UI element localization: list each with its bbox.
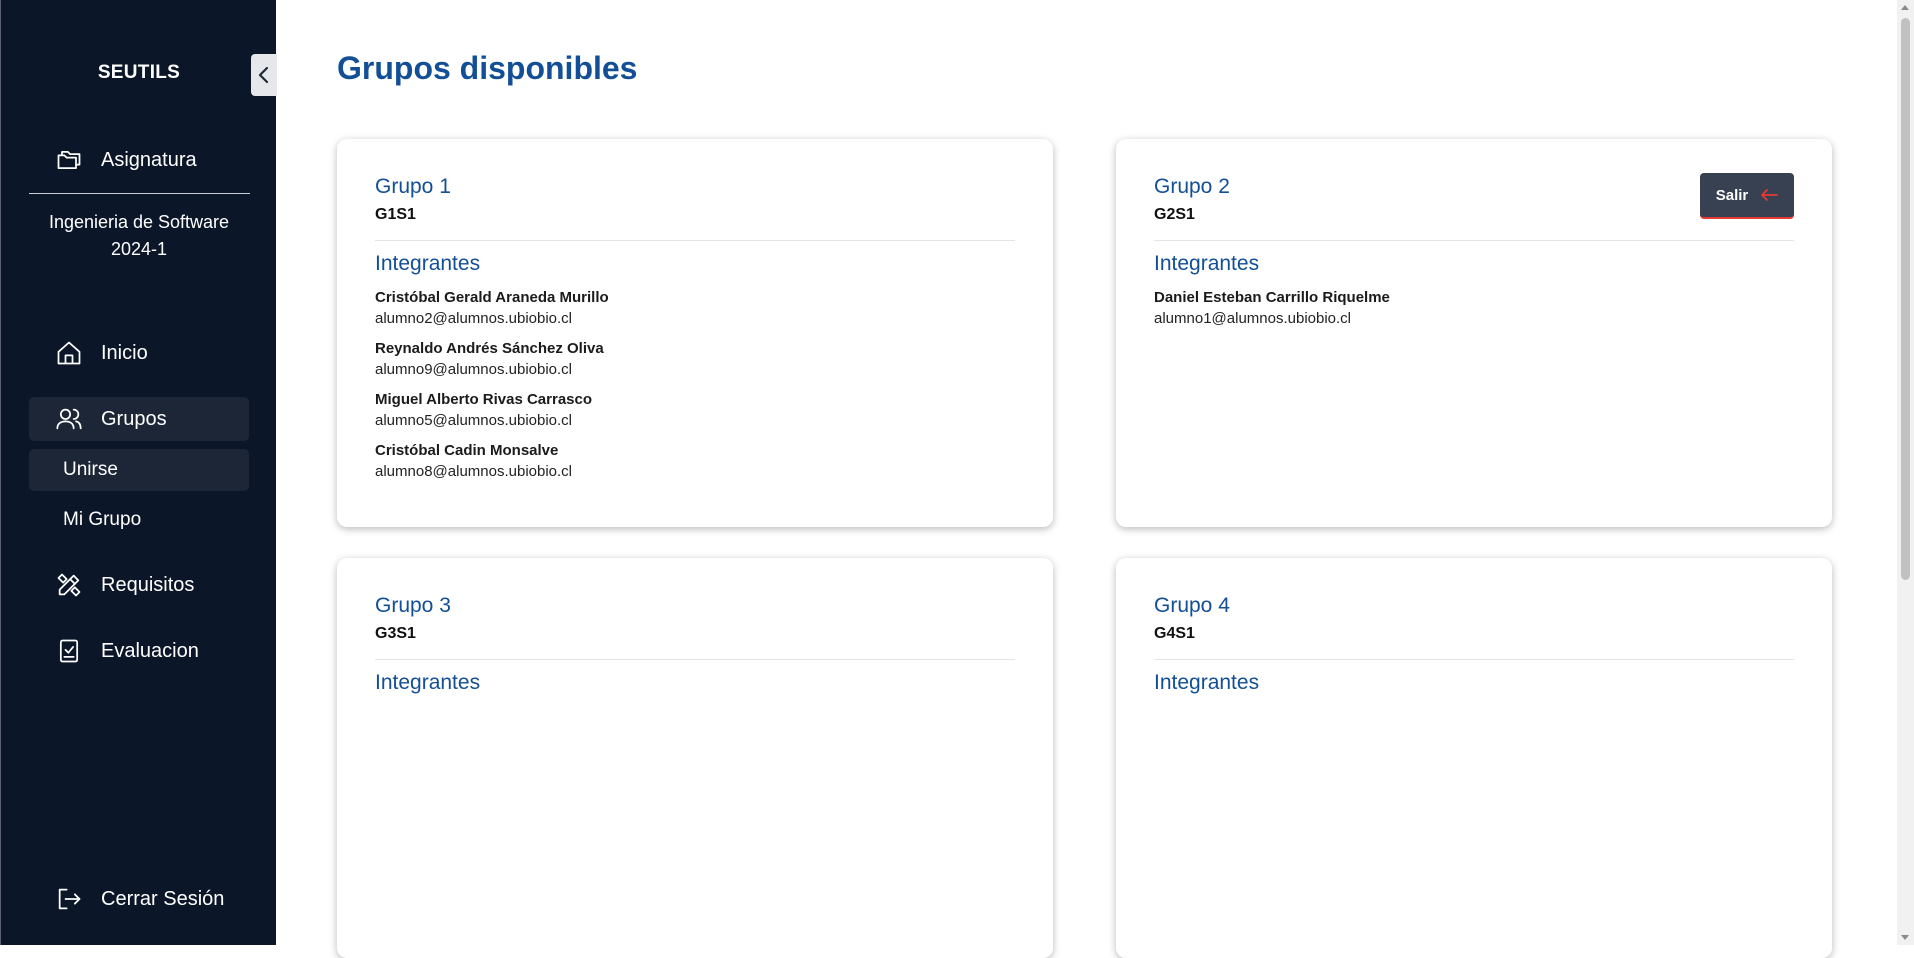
sidebar-item-label: Requisitos xyxy=(101,573,195,596)
folders-icon xyxy=(57,150,81,170)
member-name: Daniel Esteban Carrillo Riquelme xyxy=(1154,289,1390,306)
sidebar-item-evaluacion[interactable]: Evaluacion xyxy=(29,629,249,673)
sidebar-divider xyxy=(29,193,250,194)
course-name: Ingenieria de Software xyxy=(48,212,230,232)
logout-icon xyxy=(58,888,81,910)
group-code: G4S1 xyxy=(1154,625,1195,642)
pencil-ruler-icon xyxy=(57,573,81,597)
sidebar-item-label: Evaluacion xyxy=(101,639,199,662)
card-divider xyxy=(375,659,1015,660)
course-info: Ingenieria de Software 2024-1 xyxy=(29,209,249,263)
card-divider xyxy=(1154,240,1794,241)
members-heading: Integrantes xyxy=(1154,671,1260,694)
sidebar-item-asignatura[interactable]: Asignatura xyxy=(29,138,249,182)
sidebar-collapse-button[interactable] xyxy=(251,54,277,96)
member-email: alumno5@alumnos.ubiobio.cl xyxy=(375,412,573,429)
members-heading: Integrantes xyxy=(1154,252,1260,275)
member-email: alumno9@alumnos.ubiobio.cl xyxy=(375,361,573,378)
group-card-2: Grupo 2 G2S1 Salir Integrantes Daniel Es… xyxy=(1116,139,1832,527)
member-name: Cristóbal Gerald Araneda Murillo xyxy=(375,289,609,306)
logout-label: Cerrar Sesión xyxy=(101,887,225,910)
exit-button-label: Salir xyxy=(1715,186,1749,204)
member-item: Cristóbal Gerald Araneda Murillo alumno2… xyxy=(375,288,1015,329)
group-name: Grupo 2 xyxy=(1154,175,1230,198)
member-item: Reynaldo Andrés Sánchez Oliva alumno9@al… xyxy=(375,339,1015,380)
brand-title: SEUTILS xyxy=(97,62,181,83)
member-item: Miguel Alberto Rivas Carrasco alumno5@al… xyxy=(375,390,1015,431)
sidebar: SEUTILS Asignatura Ingenieria de Softwar… xyxy=(0,0,277,945)
members-heading: Integrantes xyxy=(375,671,481,694)
scrollbar-thumb[interactable] xyxy=(1901,18,1910,580)
scroll-up-arrow[interactable] xyxy=(1901,5,1909,10)
sidebar-item-grupos[interactable]: Grupos xyxy=(29,397,249,441)
group-name: Grupo 4 xyxy=(1154,594,1230,617)
group-code: G2S1 xyxy=(1154,206,1195,223)
clipboard-check-icon xyxy=(59,639,79,663)
group-card-1: Grupo 1 G1S1 Integrantes Cristóbal Geral… xyxy=(337,139,1053,527)
chevron-left-icon xyxy=(258,66,269,84)
sidebar-item-inicio[interactable]: Inicio xyxy=(29,331,249,375)
member-item: Daniel Esteban Carrillo Riquelme alumno1… xyxy=(1154,288,1794,329)
member-email: alumno1@alumnos.ubiobio.cl xyxy=(1154,310,1352,327)
member-email: alumno8@alumnos.ubiobio.cl xyxy=(375,463,573,480)
group-card-4: Grupo 4 G4S1 Integrantes xyxy=(1116,558,1832,958)
member-name: Miguel Alberto Rivas Carrasco xyxy=(375,391,593,408)
sidebar-subitem-unirse[interactable]: Unirse xyxy=(29,449,249,491)
card-divider xyxy=(375,240,1015,241)
sidebar-subitem-label: Unirse xyxy=(63,459,118,480)
exit-group-button[interactable]: Salir xyxy=(1700,173,1794,219)
member-email: alumno2@alumnos.ubiobio.cl xyxy=(375,310,573,327)
sidebar-item-label: Inicio xyxy=(101,341,148,364)
course-term: 2024-1 xyxy=(110,239,168,259)
logout-button[interactable]: Cerrar Sesión xyxy=(29,877,249,921)
sidebar-subitem-label: Mi Grupo xyxy=(63,509,142,530)
sidebar-item-label: Asignatura xyxy=(101,148,197,171)
sidebar-subitem-mi-grupo[interactable]: Mi Grupo xyxy=(29,499,249,541)
member-name: Reynaldo Andrés Sánchez Oliva xyxy=(375,340,604,357)
page-title: Grupos disponibles xyxy=(337,50,638,86)
member-item: Cristóbal Cadin Monsalve alumno8@alumnos… xyxy=(375,441,1015,482)
members-heading: Integrantes xyxy=(375,252,481,275)
home-icon xyxy=(57,341,81,365)
member-name: Cristóbal Cadin Monsalve xyxy=(375,442,559,459)
arrow-left-icon xyxy=(1761,189,1779,201)
sidebar-item-label: Grupos xyxy=(101,407,167,430)
card-divider xyxy=(1154,659,1794,660)
sidebar-item-requisitos[interactable]: Requisitos xyxy=(29,563,249,607)
scroll-down-arrow[interactable] xyxy=(1901,935,1909,940)
group-code: G3S1 xyxy=(375,625,416,642)
users-icon xyxy=(56,408,82,430)
vertical-scrollbar[interactable] xyxy=(1897,0,1914,945)
group-card-3: Grupo 3 G3S1 Integrantes xyxy=(337,558,1053,958)
group-name: Grupo 1 xyxy=(375,175,451,198)
group-name: Grupo 3 xyxy=(375,594,451,617)
group-code: G1S1 xyxy=(375,206,416,223)
